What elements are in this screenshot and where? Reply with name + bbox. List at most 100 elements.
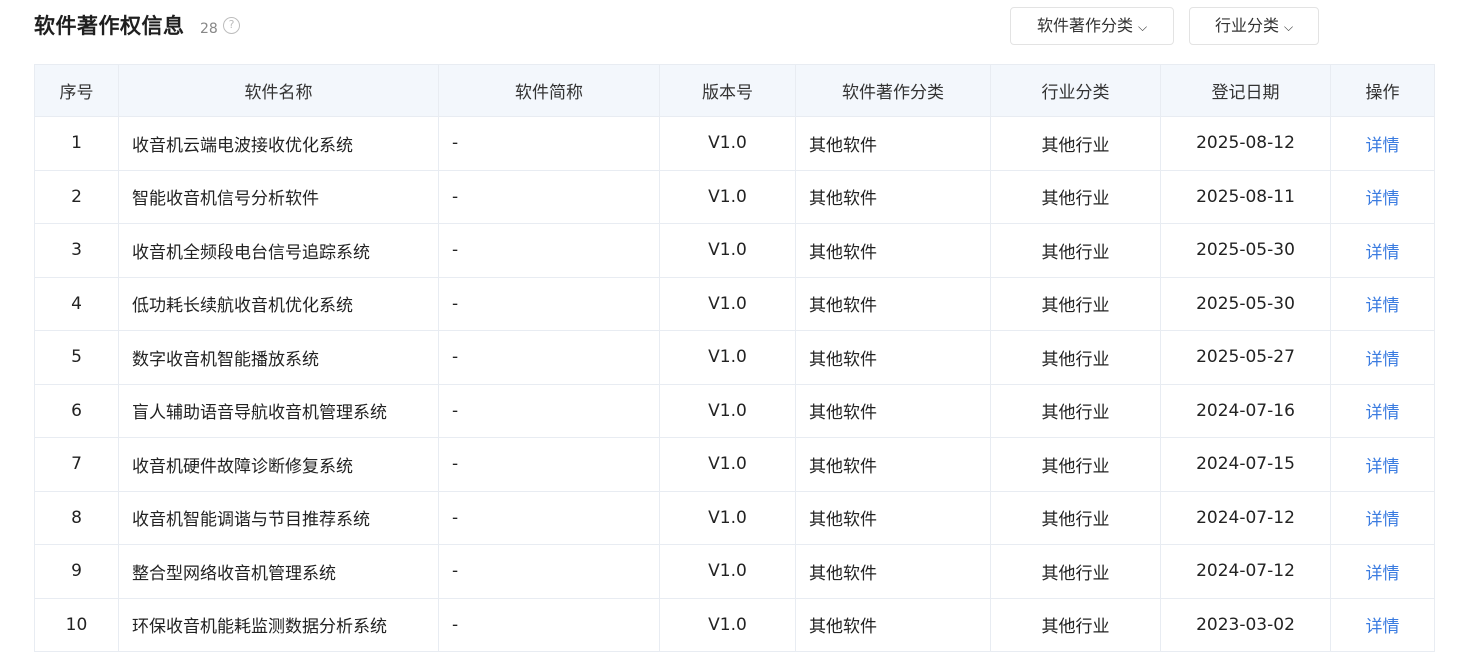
cell-software-name: 智能收音机信号分析软件 bbox=[118, 169, 439, 224]
column-header-action: 操作 bbox=[1330, 64, 1435, 117]
cell-software-abbr: - bbox=[438, 544, 660, 599]
table-row: 8 收音机智能调谐与节目推荐系统 - V1.0 其他软件 其他行业 2024-07-12 详情 bbox=[34, 490, 1435, 545]
help-icon[interactable]: ? bbox=[223, 17, 240, 34]
filter-industry-category[interactable]: 行业分类 ⌵ bbox=[1189, 7, 1319, 45]
cell-index: 5 bbox=[34, 330, 119, 385]
record-count: 28 bbox=[200, 21, 218, 37]
cell-version: V1.0 bbox=[659, 544, 796, 599]
table-row: 4 低功耗长续航收音机优化系统 - V1.0 其他软件 其他行业 2025-05-30 详情 bbox=[34, 276, 1435, 331]
detail-link[interactable]: 详情 bbox=[1330, 116, 1435, 171]
cell-index: 4 bbox=[34, 276, 119, 331]
cell-register-date: 2025-08-11 bbox=[1160, 169, 1331, 224]
cell-software-name: 收音机云端电波接收优化系统 bbox=[118, 116, 439, 171]
cell-industry: 其他行业 bbox=[990, 383, 1161, 438]
detail-link[interactable]: 详情 bbox=[1330, 169, 1435, 224]
cell-category: 其他软件 bbox=[795, 276, 991, 331]
cell-version: V1.0 bbox=[659, 223, 796, 278]
cell-software-abbr: - bbox=[438, 597, 660, 652]
table-row: 6 盲人辅助语音导航收音机管理系统 - V1.0 其他软件 其他行业 2024-07-16 详… bbox=[34, 383, 1435, 438]
cell-software-abbr: - bbox=[438, 490, 660, 545]
cell-category: 其他软件 bbox=[795, 597, 991, 652]
detail-link[interactable]: 详情 bbox=[1330, 383, 1435, 438]
cell-software-name: 数字收音机智能播放系统 bbox=[118, 330, 439, 385]
cell-register-date: 2025-05-27 bbox=[1160, 330, 1331, 385]
page-title: 软件著作权信息 bbox=[34, 14, 185, 38]
section-header: 软件著作权信息 28 ? 软件著作分类 ⌵ 行业分类 ⌵ bbox=[0, 0, 1465, 62]
cell-software-name: 低功耗长续航收音机优化系统 bbox=[118, 276, 439, 331]
detail-link[interactable]: 详情 bbox=[1330, 544, 1435, 599]
cell-software-name: 收音机硬件故障诊断修复系统 bbox=[118, 437, 439, 492]
cell-industry: 其他行业 bbox=[990, 490, 1161, 545]
cell-industry: 其他行业 bbox=[990, 597, 1161, 652]
detail-link[interactable]: 详情 bbox=[1330, 223, 1435, 278]
cell-industry: 其他行业 bbox=[990, 276, 1161, 331]
cell-index: 10 bbox=[34, 597, 119, 652]
cell-version: V1.0 bbox=[659, 490, 796, 545]
cell-version: V1.0 bbox=[659, 116, 796, 171]
chevron-down-icon: ⌵ bbox=[1283, 20, 1294, 34]
cell-industry: 其他行业 bbox=[990, 330, 1161, 385]
cell-industry: 其他行业 bbox=[990, 116, 1161, 171]
cell-category: 其他软件 bbox=[795, 490, 991, 545]
table-row: 5 数字收音机智能播放系统 - V1.0 其他软件 其他行业 2025-05-27 详情 bbox=[34, 330, 1435, 385]
detail-link[interactable]: 详情 bbox=[1330, 437, 1435, 492]
cell-version: V1.0 bbox=[659, 169, 796, 224]
cell-index: 2 bbox=[34, 169, 119, 224]
cell-index: 1 bbox=[34, 116, 119, 171]
cell-industry: 其他行业 bbox=[990, 223, 1161, 278]
filter-software-category[interactable]: 软件著作分类 ⌵ bbox=[1010, 7, 1174, 45]
column-header-index: 序号 bbox=[34, 64, 119, 117]
cell-category: 其他软件 bbox=[795, 223, 991, 278]
cell-software-abbr: - bbox=[438, 383, 660, 438]
cell-software-abbr: - bbox=[438, 169, 660, 224]
cell-index: 8 bbox=[34, 490, 119, 545]
column-header-version: 版本号 bbox=[659, 64, 796, 117]
cell-category: 其他软件 bbox=[795, 330, 991, 385]
cell-register-date: 2023-03-02 bbox=[1160, 597, 1331, 652]
column-header-name: 软件名称 bbox=[118, 64, 439, 117]
cell-version: V1.0 bbox=[659, 383, 796, 438]
cell-register-date: 2024-07-12 bbox=[1160, 544, 1331, 599]
cell-software-abbr: - bbox=[438, 437, 660, 492]
detail-link[interactable]: 详情 bbox=[1330, 330, 1435, 385]
cell-software-name: 整合型网络收音机管理系统 bbox=[118, 544, 439, 599]
table-header-row: 序号 软件名称 软件简称 版本号 软件著作分类 行业分类 登记日期 操作 bbox=[34, 64, 1435, 117]
detail-link[interactable]: 详情 bbox=[1330, 276, 1435, 331]
filter-label: 行业分类 bbox=[1214, 16, 1279, 35]
filter-label: 软件著作分类 bbox=[1036, 16, 1133, 35]
column-header-industry: 行业分类 bbox=[990, 64, 1161, 117]
cell-industry: 其他行业 bbox=[990, 437, 1161, 492]
cell-software-name: 收音机智能调谐与节目推荐系统 bbox=[118, 490, 439, 545]
table-body: 1 收音机云端电波接收优化系统 - V1.0 其他软件 其他行业 2025-08-12 详情 2… bbox=[34, 116, 1435, 652]
copyright-table: 序号 软件名称 软件简称 版本号 软件著作分类 行业分类 登记日期 操作 1 收音… bbox=[34, 64, 1435, 652]
cell-register-date: 2024-07-15 bbox=[1160, 437, 1331, 492]
cell-register-date: 2024-07-12 bbox=[1160, 490, 1331, 545]
cell-index: 3 bbox=[34, 223, 119, 278]
cell-register-date: 2024-07-16 bbox=[1160, 383, 1331, 438]
cell-industry: 其他行业 bbox=[990, 544, 1161, 599]
table-row: 9 整合型网络收音机管理系统 - V1.0 其他软件 其他行业 2024-07-12 详情 bbox=[34, 544, 1435, 599]
column-header-abbr: 软件简称 bbox=[438, 64, 660, 117]
column-header-category: 软件著作分类 bbox=[795, 64, 991, 117]
chevron-down-icon: ⌵ bbox=[1137, 20, 1148, 34]
cell-register-date: 2025-05-30 bbox=[1160, 223, 1331, 278]
cell-software-abbr: - bbox=[438, 116, 660, 171]
table-row: 7 收音机硬件故障诊断修复系统 - V1.0 其他软件 其他行业 2024-07-15 详情 bbox=[34, 437, 1435, 492]
table-row: 1 收音机云端电波接收优化系统 - V1.0 其他软件 其他行业 2025-08-12 详情 bbox=[34, 116, 1435, 171]
detail-link[interactable]: 详情 bbox=[1330, 490, 1435, 545]
cell-index: 7 bbox=[34, 437, 119, 492]
cell-category: 其他软件 bbox=[795, 116, 991, 171]
cell-register-date: 2025-05-30 bbox=[1160, 276, 1331, 331]
cell-software-abbr: - bbox=[438, 330, 660, 385]
cell-software-name: 盲人辅助语音导航收音机管理系统 bbox=[118, 383, 439, 438]
cell-software-name: 环保收音机能耗监测数据分析系统 bbox=[118, 597, 439, 652]
cell-version: V1.0 bbox=[659, 437, 796, 492]
detail-link[interactable]: 详情 bbox=[1330, 597, 1435, 652]
table-row: 2 智能收音机信号分析软件 - V1.0 其他软件 其他行业 2025-08-11 详情 bbox=[34, 169, 1435, 224]
cell-category: 其他软件 bbox=[795, 544, 991, 599]
cell-version: V1.0 bbox=[659, 597, 796, 652]
cell-category: 其他软件 bbox=[795, 437, 991, 492]
cell-index: 6 bbox=[34, 383, 119, 438]
cell-category: 其他软件 bbox=[795, 169, 991, 224]
table-row: 3 收音机全频段电台信号追踪系统 - V1.0 其他软件 其他行业 2025-05-30 详情 bbox=[34, 223, 1435, 278]
